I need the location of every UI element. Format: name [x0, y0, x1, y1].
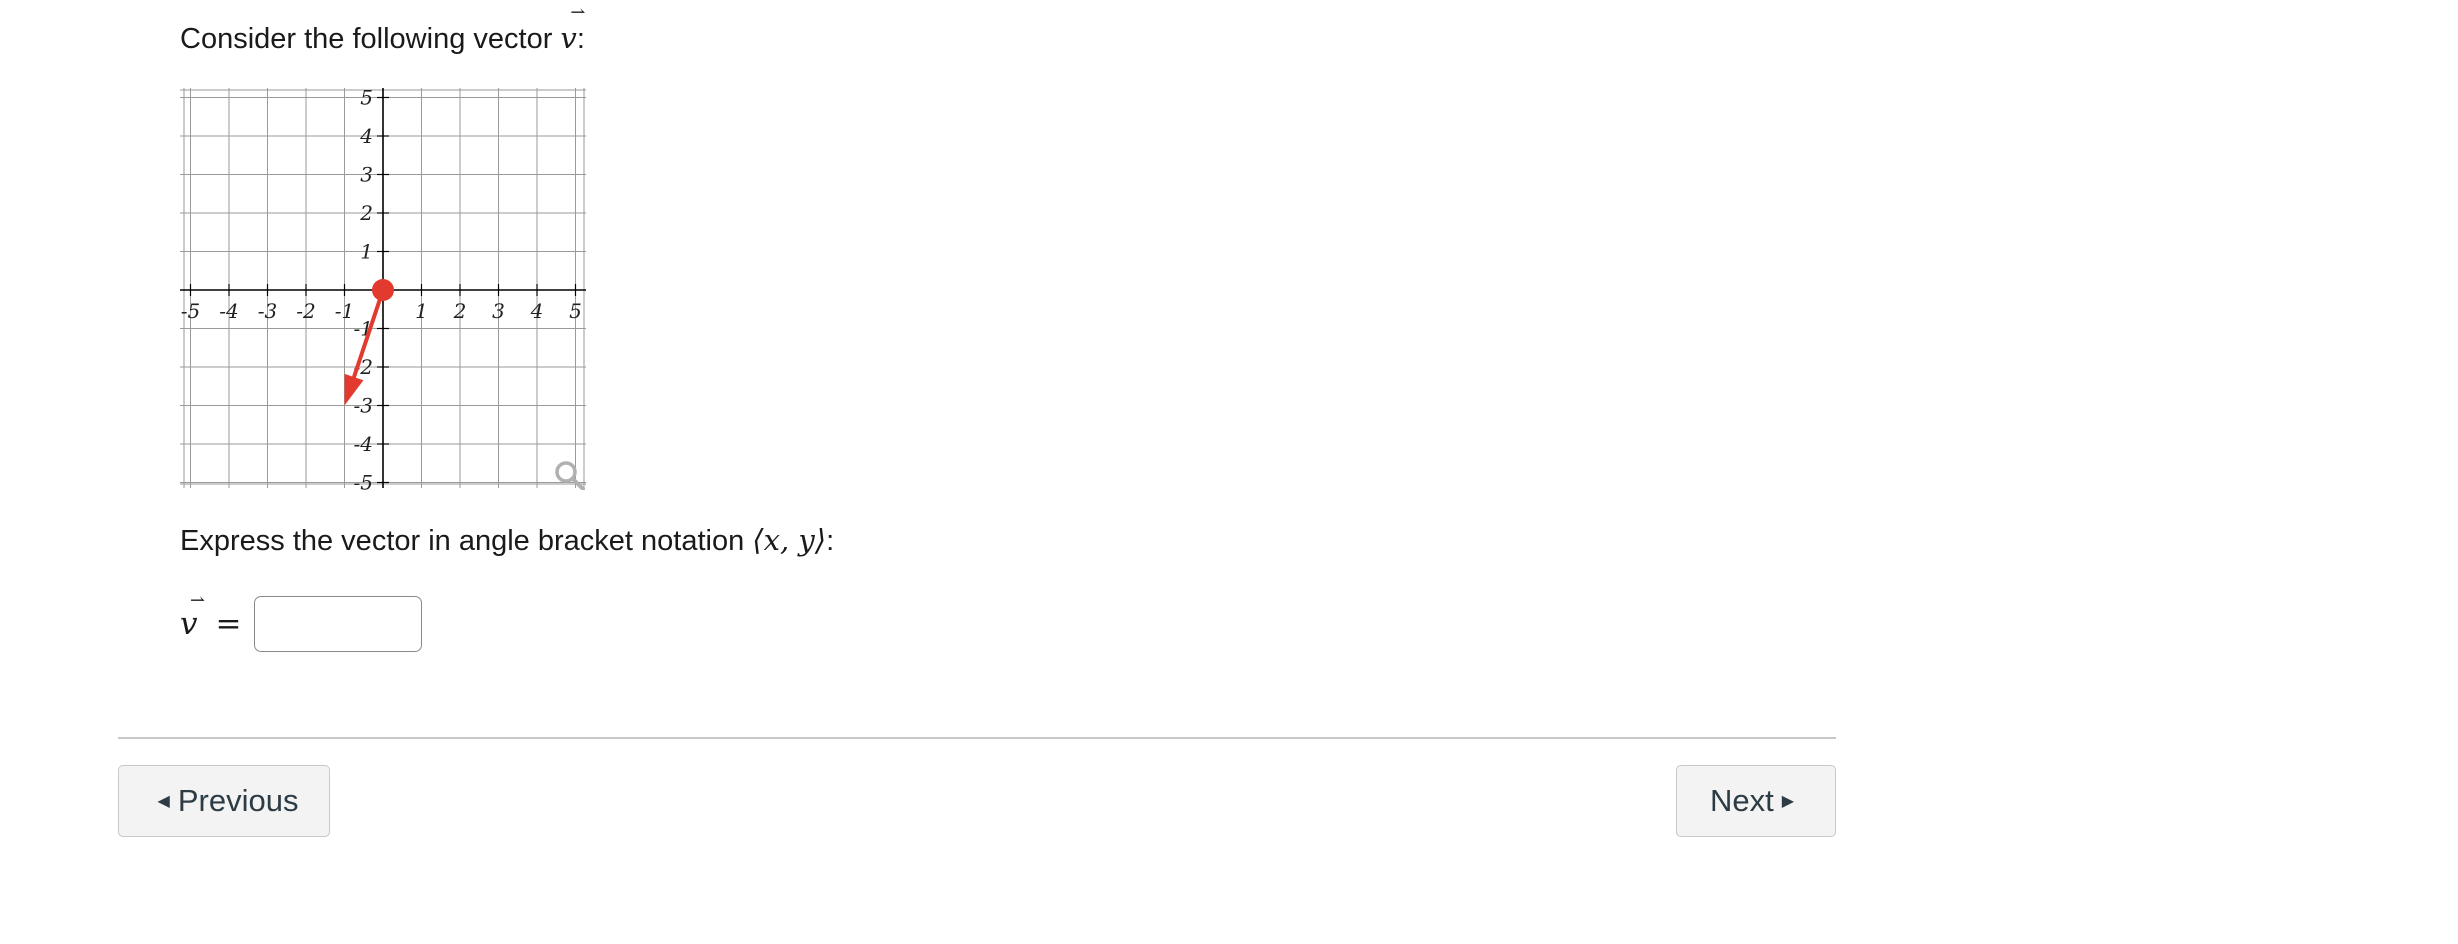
- vector-tail-point: [372, 279, 394, 301]
- caret-right-icon: ▶: [1781, 793, 1795, 810]
- y-tick-label: 1: [360, 240, 373, 264]
- x-tick-label: 4: [530, 299, 544, 323]
- x-tick-label: -3: [258, 299, 277, 323]
- prompt-text: Consider the following vector: [180, 23, 561, 55]
- x-tick-label: -1: [335, 299, 354, 323]
- vector-answer-input[interactable]: [253, 596, 422, 652]
- answer-label: v ⇀ =: [180, 590, 242, 643]
- express-text: Express the vector in angle bracket nota…: [180, 525, 753, 557]
- y-tick-label: -4: [354, 432, 373, 456]
- x-tick-label: 5: [569, 299, 582, 323]
- x-tick-label: -4: [219, 299, 238, 323]
- question-prompt: Consider the following vector v ⇀:: [180, 2, 586, 59]
- y-tick-label: -3: [354, 394, 373, 418]
- x-tick-label: 3: [492, 299, 505, 323]
- prompt-colon: :: [576, 23, 585, 55]
- vector-v-symbol: v ⇀: [560, 2, 586, 56]
- y-tick-label: 3: [360, 163, 373, 187]
- x-tick-label: -2: [296, 299, 315, 323]
- caret-left-icon: ◀: [157, 793, 170, 810]
- y-tick-label: 2: [359, 201, 373, 225]
- quiz-page: Consider the following vector v ⇀: -5 -4 -3…: [0, 0, 2458, 944]
- y-tick-label: 4: [359, 124, 373, 148]
- vector-graph[interactable]: -5 -4 -3 -2 -1 1 2 3 4 5 5 4 3 2 1 -1 -2 -3 -4 -5: [178, 80, 588, 490]
- divider: [118, 737, 1836, 739]
- x-tick-label: 2: [453, 299, 467, 323]
- express-prompt: Express the vector in angle bracket nota…: [180, 520, 834, 561]
- y-tick-label: -5: [354, 471, 373, 491]
- next-button[interactable]: Next ▶: [1676, 765, 1836, 837]
- equals-sign: =: [215, 606, 242, 642]
- express-colon: :: [826, 525, 835, 557]
- angle-bracket-notation: ⟨x, y⟩: [752, 523, 827, 557]
- y-tick-label: 5: [360, 86, 373, 110]
- previous-button[interactable]: ◀ Previous: [118, 765, 330, 837]
- magnifier-icon[interactable]: [555, 461, 585, 490]
- graph-svg: -5 -4 -3 -2 -1 1 2 3 4 554321-1-2-3-4-5: [180, 86, 586, 491]
- next-label: Next: [1709, 783, 1774, 818]
- x-tick-label: -5: [181, 299, 200, 323]
- x-tick-label: 1: [415, 299, 428, 323]
- previous-label: Previous: [177, 783, 299, 818]
- answer-row: v ⇀ =: [180, 590, 422, 654]
